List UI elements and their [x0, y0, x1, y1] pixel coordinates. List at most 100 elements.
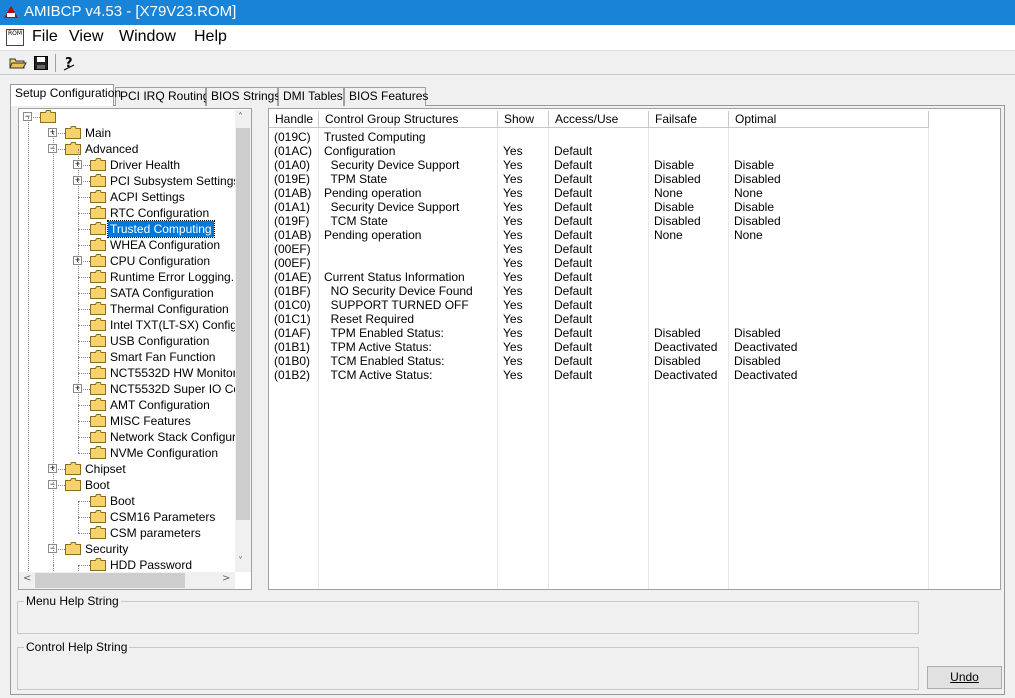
- undo-button[interactable]: Undo: [927, 666, 1002, 689]
- table-cell[interactable]: Default: [554, 312, 592, 326]
- table-cell[interactable]: Disable: [734, 158, 774, 172]
- tree-horizontal-scrollbar[interactable]: < >: [19, 572, 235, 589]
- folder-icon: [90, 382, 106, 395]
- table-cell[interactable]: Deactivated: [734, 340, 797, 354]
- table-cell[interactable]: Disabled: [654, 354, 701, 368]
- table-cell[interactable]: Disabled: [734, 326, 781, 340]
- table-cell[interactable]: Yes: [503, 158, 523, 172]
- tab-bios-features[interactable]: BIOS Features: [344, 87, 428, 106]
- menu-window[interactable]: Window: [119, 28, 176, 46]
- table-cell[interactable]: Default: [554, 200, 592, 214]
- table-cell[interactable]: Disabled: [654, 172, 701, 186]
- table-cell[interactable]: Yes: [503, 214, 523, 228]
- table-cell[interactable]: Default: [554, 256, 592, 270]
- table-cell[interactable]: None: [654, 228, 683, 242]
- tab-setup-configuration[interactable]: Setup Configuration: [10, 84, 121, 106]
- table-cell[interactable]: Default: [554, 186, 592, 200]
- table-cell: (019E): [274, 172, 311, 186]
- table-cell[interactable]: Disabled: [734, 354, 781, 368]
- tree-item-label: HDD Password: [110, 558, 193, 572]
- document-icon[interactable]: ROM: [6, 29, 24, 46]
- table-cell[interactable]: Default: [554, 172, 592, 186]
- table-cell[interactable]: Yes: [503, 200, 523, 214]
- table-cell[interactable]: Default: [554, 368, 592, 382]
- table-cell[interactable]: None: [654, 186, 683, 200]
- tree-item-label: Advanced: [85, 142, 139, 156]
- table-cell[interactable]: Disabled: [654, 326, 701, 340]
- help-icon[interactable]: ?: [58, 53, 80, 73]
- table-cell[interactable]: Default: [554, 144, 592, 158]
- scroll-up-icon[interactable]: ˄: [238, 112, 243, 123]
- column-header[interactable]: Handle: [269, 111, 319, 128]
- column-header[interactable]: Control Group Structures: [319, 111, 498, 128]
- tree-item[interactable]: −: [19, 109, 251, 125]
- tree-item-label: AMT Configuration: [110, 398, 210, 412]
- table-cell[interactable]: Yes: [503, 354, 523, 368]
- scroll-left-icon[interactable]: <: [23, 573, 31, 584]
- table-cell[interactable]: Default: [554, 326, 592, 340]
- table-cell[interactable]: Disable: [734, 200, 774, 214]
- table-cell[interactable]: Yes: [503, 298, 523, 312]
- menu-file[interactable]: File: [32, 28, 58, 46]
- column-header[interactable]: Show: [498, 111, 549, 128]
- table-cell: TCM Active Status:: [324, 368, 433, 382]
- menu-view[interactable]: View: [69, 28, 103, 46]
- folder-icon: [90, 286, 106, 299]
- tree-item-label: Trusted Computing: [107, 220, 215, 238]
- table-cell[interactable]: Disabled: [734, 214, 781, 228]
- table-cell[interactable]: Disabled: [654, 214, 701, 228]
- tab-bios-strings[interactable]: BIOS Strings: [206, 87, 280, 106]
- table-cell[interactable]: Yes: [503, 270, 523, 284]
- table-cell[interactable]: Default: [554, 242, 592, 256]
- table-cell: (01A0): [274, 158, 311, 172]
- table-cell[interactable]: Deactivated: [734, 368, 797, 382]
- table-cell[interactable]: Disable: [654, 158, 694, 172]
- save-icon[interactable]: [30, 53, 52, 73]
- table-cell[interactable]: Default: [554, 298, 592, 312]
- scroll-down-icon[interactable]: ˅: [238, 556, 243, 567]
- table-cell[interactable]: Yes: [503, 284, 523, 298]
- setup-tree[interactable]: − + Main − Advanced + Driver Health + PCI Subsys…: [18, 108, 252, 590]
- table-cell[interactable]: Yes: [503, 144, 523, 158]
- table-cell: (019C): [274, 130, 311, 144]
- table-cell[interactable]: Default: [554, 284, 592, 298]
- column-header[interactable]: Failsafe: [649, 111, 729, 128]
- table-cell[interactable]: Default: [554, 214, 592, 228]
- table-cell[interactable]: None: [734, 228, 763, 242]
- column-header[interactable]: Optimal: [729, 111, 929, 128]
- menu-help[interactable]: Help: [194, 28, 227, 46]
- table-cell: SUPPORT TURNED OFF: [324, 298, 469, 312]
- table-cell[interactable]: None: [734, 186, 763, 200]
- table-cell[interactable]: Yes: [503, 256, 523, 270]
- table-cell[interactable]: Yes: [503, 228, 523, 242]
- scroll-thumb-horizontal[interactable]: [35, 573, 185, 588]
- table-cell[interactable]: Yes: [503, 172, 523, 186]
- tab-pci-irq-routing[interactable]: PCI IRQ Routing: [115, 87, 209, 106]
- column-header[interactable]: Access/Use: [549, 111, 649, 128]
- table-cell[interactable]: Default: [554, 340, 592, 354]
- table-cell[interactable]: Default: [554, 270, 592, 284]
- table-cell[interactable]: Default: [554, 354, 592, 368]
- table-cell[interactable]: Yes: [503, 186, 523, 200]
- table-cell[interactable]: Yes: [503, 340, 523, 354]
- table-cell: (01B2): [274, 368, 311, 382]
- scroll-thumb[interactable]: [236, 128, 250, 520]
- table-cell[interactable]: Disable: [654, 200, 694, 214]
- tab-dmi-tables[interactable]: DMI Tables: [278, 87, 344, 106]
- tree-vertical-scrollbar[interactable]: ˄ ˅: [235, 110, 251, 572]
- scroll-right-icon[interactable]: >: [222, 573, 230, 584]
- table-cell[interactable]: Deactivated: [654, 368, 717, 382]
- table-cell[interactable]: Deactivated: [654, 340, 717, 354]
- open-folder-icon[interactable]: [7, 53, 29, 73]
- table-cell[interactable]: Yes: [503, 242, 523, 256]
- table-cell[interactable]: Yes: [503, 326, 523, 340]
- table-cell[interactable]: Disabled: [734, 172, 781, 186]
- control-grid[interactable]: Handle Control Group Structures Show Access…: [268, 108, 1001, 590]
- table-cell[interactable]: Yes: [503, 312, 523, 326]
- table-cell[interactable]: Yes: [503, 368, 523, 382]
- tree-item-label: MISC Features: [110, 414, 191, 428]
- table-cell[interactable]: Default: [554, 228, 592, 242]
- table-cell[interactable]: Default: [554, 158, 592, 172]
- table-cell: Pending operation: [324, 228, 422, 242]
- table-cell: (00EF): [274, 242, 311, 256]
